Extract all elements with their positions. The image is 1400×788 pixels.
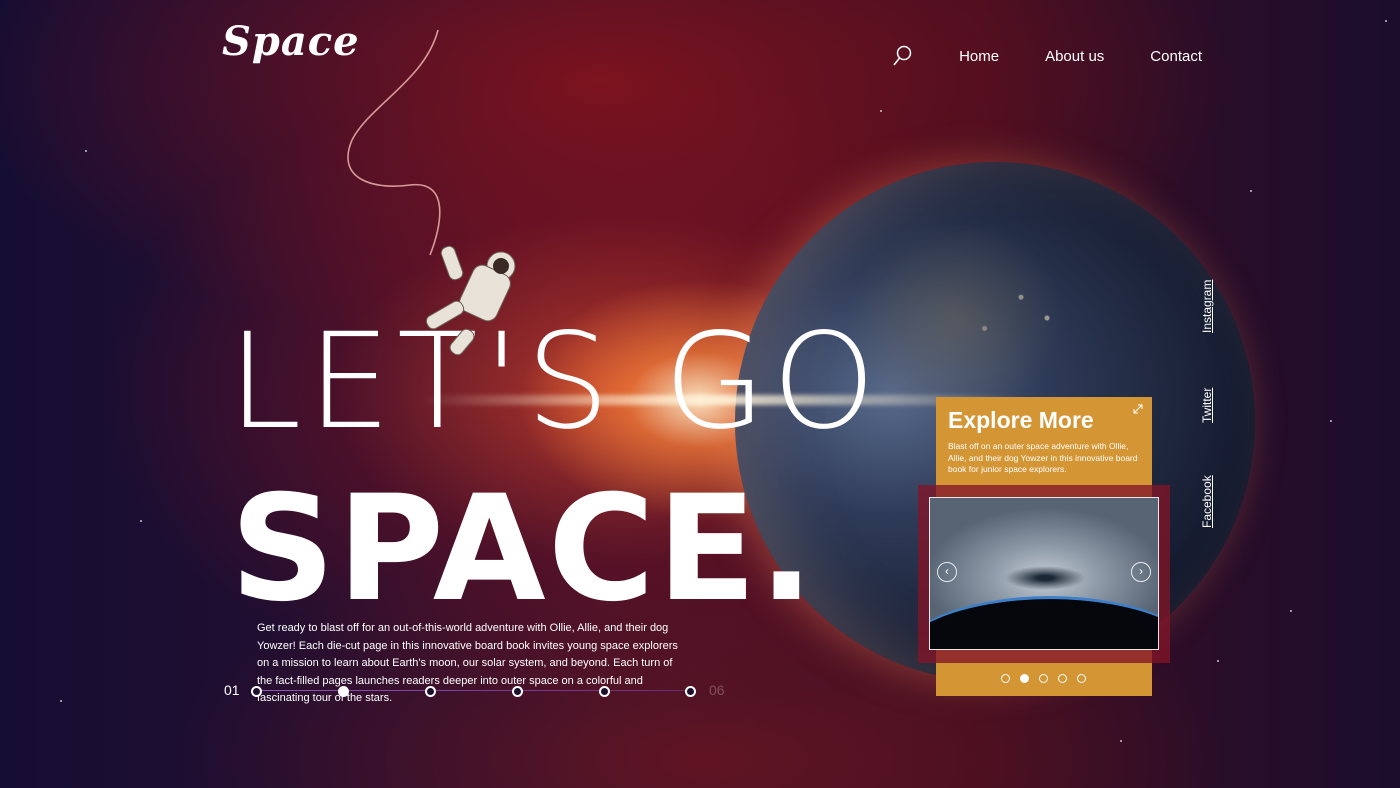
slideshow-image [929,497,1159,650]
brand-logo[interactable]: Space [222,18,360,65]
hero-headline-line2: SPACE. [230,463,817,634]
explore-more-description: Blast off on an outer space adventure wi… [948,441,1138,474]
social-link-facebook[interactable]: Facebook [1200,475,1214,528]
nav-home[interactable]: Home [959,48,999,65]
expand-icon[interactable] [1132,403,1144,415]
chevron-left-icon: ‹ [945,564,949,578]
slide-dot[interactable] [1077,674,1086,683]
slide-dot[interactable] [1039,674,1048,683]
slide-indicators [1001,674,1086,683]
slide-dot-active[interactable] [1020,674,1029,683]
slide-prev-button[interactable]: ‹ [937,562,957,582]
pager-dot[interactable] [425,686,436,697]
astronaut-image [425,245,516,356]
explore-more-title: Explore More [948,407,1094,433]
pager-track [256,690,690,691]
pager-dot[interactable] [251,686,262,697]
hero-headline-line1: LET'S GO [228,305,882,460]
hero-pager: 01 06 [224,681,734,701]
earth-horizon [930,596,1158,649]
slide-dot[interactable] [1001,674,1010,683]
slide-next-button[interactable]: › [1131,562,1151,582]
logo-text: Space [222,18,360,65]
pager-dot[interactable] [599,686,610,697]
nav-about-us[interactable]: About us [1045,48,1104,65]
pager-dot[interactable] [685,686,696,697]
pager-end-number: 06 [709,682,725,698]
social-link-twitter[interactable]: Twitter [1200,388,1214,423]
pager-start-number: 01 [224,682,240,698]
slide-dot[interactable] [1058,674,1067,683]
pager-dot-active[interactable] [338,686,349,697]
chevron-right-icon: › [1139,564,1143,578]
nav-contact[interactable]: Contact [1150,48,1202,65]
pager-dot[interactable] [512,686,523,697]
social-link-instagram[interactable]: Instagram [1200,280,1214,333]
search-icon[interactable] [891,44,913,68]
main-nav: Home About us Contact [891,44,1202,68]
